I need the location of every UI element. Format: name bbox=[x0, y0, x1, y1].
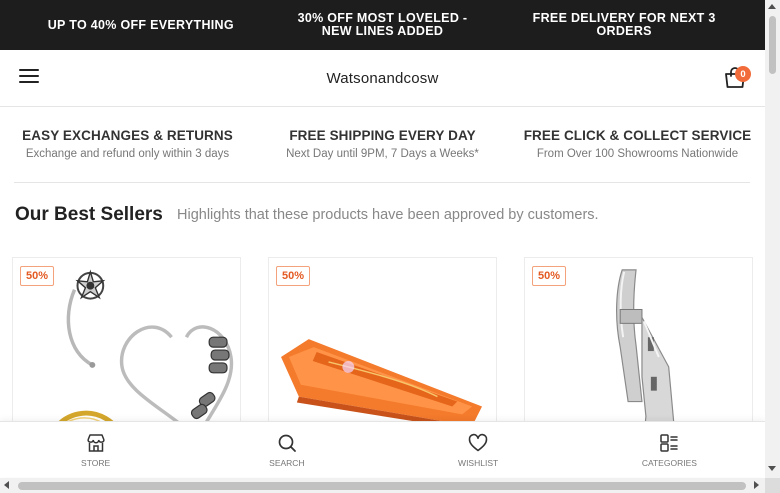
service-item: FREE SHIPPING EVERY DAY Next Day until 9… bbox=[255, 107, 510, 183]
vertical-scrollbar[interactable] bbox=[765, 0, 780, 478]
heart-icon bbox=[468, 433, 488, 451]
scroll-down-arrow-icon[interactable] bbox=[768, 466, 776, 471]
nav-search[interactable]: SEARCH bbox=[191, 422, 382, 477]
vertical-scroll-thumb[interactable] bbox=[769, 16, 776, 74]
scrollbar-corner bbox=[765, 478, 780, 493]
scroll-up-arrow-icon[interactable] bbox=[768, 4, 776, 9]
horizontal-scrollbar[interactable] bbox=[0, 478, 765, 493]
service-strip: EASY EXCHANGES & RETURNS Exchange and re… bbox=[0, 107, 765, 183]
service-title: EASY EXCHANGES & RETURNS bbox=[22, 128, 233, 143]
discount-badge: 50% bbox=[276, 266, 311, 286]
site-header: Watsonandcosw bbox=[0, 50, 765, 107]
service-item: EASY EXCHANGES & RETURNS Exchange and re… bbox=[0, 107, 255, 183]
service-subtitle: Next Day until 9PM, 7 Days a Weeks* bbox=[286, 148, 479, 160]
nav-wishlist[interactable]: WISHLIST bbox=[383, 422, 574, 477]
section-title: Our Best Sellers bbox=[15, 204, 163, 225]
discount-badge: 50% bbox=[20, 266, 55, 286]
promo-item: UP TO 40% OFF EVERYTHING bbox=[47, 17, 234, 32]
promo-item: 30% OFF MOST LOVELED - NEW LINES ADDED bbox=[297, 11, 468, 38]
search-icon bbox=[278, 434, 296, 452]
nav-label: CATEGORIES bbox=[641, 457, 697, 468]
site-logo[interactable]: Watsonandcosw bbox=[326, 70, 438, 87]
scroll-left-arrow-icon[interactable] bbox=[4, 481, 9, 489]
section-divider bbox=[14, 182, 750, 183]
service-subtitle: From Over 100 Showrooms Nationwide bbox=[536, 148, 739, 160]
nav-store[interactable]: STORE bbox=[0, 422, 191, 477]
nav-label: SEARCH bbox=[269, 457, 305, 468]
section-subtitle: Highlights that these products have been… bbox=[177, 207, 599, 223]
horizontal-scroll-thumb[interactable] bbox=[18, 482, 746, 490]
promo-item: FREE DELIVERY FOR NEXT 3 ORDERS bbox=[532, 11, 716, 38]
service-item: FREE CLICK & COLLECT SERVICE From Over 1… bbox=[510, 107, 765, 183]
nav-label: STORE bbox=[81, 457, 111, 468]
page: UP TO 40% OFF EVERYTHING 30% OFF MOST LO… bbox=[0, 0, 780, 493]
service-subtitle: Exchange and refund only within 3 days bbox=[25, 148, 230, 160]
cart-count-badge: 0 bbox=[735, 66, 751, 82]
nav-categories[interactable]: CATEGORIES bbox=[574, 422, 765, 477]
promo-bar: UP TO 40% OFF EVERYTHING 30% OFF MOST LO… bbox=[0, 0, 765, 50]
service-title: FREE SHIPPING EVERY DAY bbox=[289, 128, 476, 143]
hamburger-icon[interactable] bbox=[19, 69, 39, 85]
categories-icon bbox=[660, 433, 679, 452]
service-title: FREE CLICK & COLLECT SERVICE bbox=[523, 128, 752, 143]
discount-badge: 50% bbox=[532, 266, 567, 286]
store-icon bbox=[86, 433, 105, 452]
scroll-right-arrow-icon[interactable] bbox=[754, 481, 759, 489]
nav-label: WISHLIST bbox=[458, 457, 499, 468]
bottom-navigation: STORE SEARCH WISHLIST CATEGORIES bbox=[0, 421, 765, 477]
